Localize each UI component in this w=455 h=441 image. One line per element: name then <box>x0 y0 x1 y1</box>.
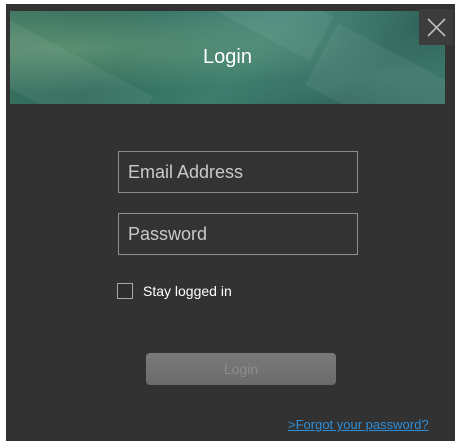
password-field[interactable] <box>118 213 358 255</box>
close-icon <box>427 18 446 37</box>
login-button[interactable]: Login <box>146 353 336 385</box>
forgot-password-link[interactable]: >Forgot your password? <box>288 417 429 432</box>
login-dialog: Login Stay logged in Login >Forgot your … <box>0 0 455 441</box>
stay-logged-in-checkbox[interactable] <box>117 283 133 299</box>
stay-logged-in-option[interactable]: Stay logged in <box>117 281 232 301</box>
dialog-header: Login <box>10 11 445 104</box>
stay-logged-in-label: Stay logged in <box>143 283 232 299</box>
dialog-title: Login <box>203 46 252 68</box>
close-button[interactable] <box>419 9 453 45</box>
email-field[interactable] <box>118 151 358 193</box>
